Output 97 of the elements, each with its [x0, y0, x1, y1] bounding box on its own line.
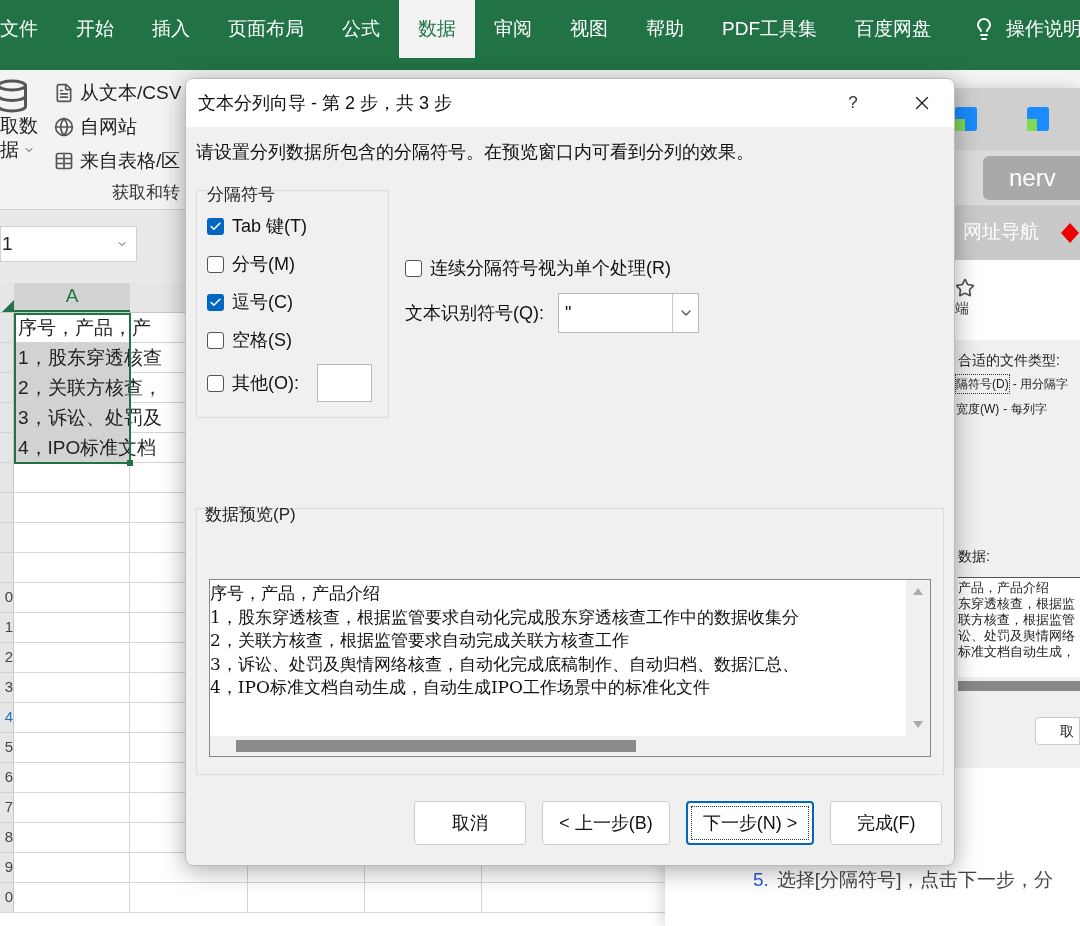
- ribbon-tab[interactable]: 公式: [323, 0, 399, 58]
- dialog-button[interactable]: < 上一步(B): [542, 801, 670, 845]
- checkbox-label[interactable]: 其他(O):: [232, 369, 299, 397]
- preview-line: 联方核查，根据监管: [958, 612, 1076, 628]
- row-header[interactable]: 0: [0, 583, 14, 612]
- checkbox[interactable]: [207, 255, 224, 273]
- preview-line: 1，股东穿透核查，根据监管要求自动化完成股东穿透核查工作中的数据收集分: [210, 605, 800, 629]
- preview-line: 产品，产品介绍: [958, 580, 1050, 596]
- ribbon-command[interactable]: 自网站: [80, 112, 137, 142]
- app-icon[interactable]: [955, 107, 977, 131]
- preview-line: 讼、处罚及舆情网络: [958, 628, 1076, 644]
- document-icon: [54, 83, 74, 103]
- check-icon: [209, 295, 222, 309]
- ribbon-command[interactable]: 从文本/CSV: [80, 78, 182, 108]
- group-legend: 分隔符号: [207, 185, 388, 207]
- row-header[interactable]: 8: [0, 823, 14, 852]
- qualifier-label: 文本识别符号(Q):: [405, 301, 544, 325]
- name-box[interactable]: 1: [0, 226, 137, 262]
- ribbon-tab[interactable]: 数据: [399, 0, 475, 58]
- checkbox-label[interactable]: 逗号(C): [232, 288, 293, 316]
- dialog-button[interactable]: 下一步(N) >: [686, 801, 814, 845]
- row-header[interactable]: [0, 343, 14, 372]
- ribbon-command[interactable]: 来自表格/区: [80, 146, 181, 176]
- row-header[interactable]: [0, 463, 14, 492]
- table-cell-text: 序号，产品，产: [18, 316, 151, 340]
- get-data-button[interactable]: 据: [0, 138, 19, 162]
- scrollbar-thumb[interactable]: [236, 740, 636, 753]
- row-header[interactable]: [0, 373, 14, 402]
- checkbox[interactable]: [207, 293, 224, 311]
- row-header[interactable]: 9: [0, 853, 14, 882]
- row-header[interactable]: [0, 553, 14, 582]
- row-header[interactable]: [0, 523, 14, 552]
- tell-me-search[interactable]: 操作说明: [1006, 14, 1080, 44]
- row-header[interactable]: 1: [0, 613, 14, 642]
- row-header[interactable]: [0, 403, 14, 432]
- preview-line: 序号，产品，产品介绍: [210, 582, 381, 605]
- checkbox-label[interactable]: 连续分隔符号视为单个处理(R): [430, 254, 671, 282]
- ribbon-tab[interactable]: 文件: [0, 0, 57, 58]
- row-header[interactable]: 2: [0, 643, 14, 672]
- check-icon: [209, 219, 222, 233]
- dialog-button[interactable]: 取消: [414, 801, 526, 845]
- ribbon-tab[interactable]: 视图: [551, 0, 627, 58]
- ribbon-tab[interactable]: 开始: [57, 0, 133, 58]
- option-description: - 用分隔字: [1012, 375, 1068, 393]
- checkbox[interactable]: [405, 259, 422, 277]
- dialog-title: 文本分列向导 - 第 2 步，共 3 步: [198, 91, 454, 115]
- preview-line: 标准文档自动生成，: [958, 644, 1076, 660]
- checkbox-label[interactable]: 分号(M): [232, 250, 295, 278]
- checkbox-label[interactable]: 空格(S): [232, 326, 292, 354]
- preview-label: 数据:: [958, 547, 991, 566]
- cancel-button[interactable]: 取: [1035, 717, 1080, 745]
- option-description: - 每列字: [1003, 400, 1047, 418]
- preview-line: 东穿透核查，根据监: [958, 596, 1076, 612]
- group-legend: 数据预览(P): [205, 502, 931, 524]
- other-field[interactable]: [317, 364, 372, 402]
- ribbon-tab[interactable]: 百度网盘: [836, 0, 950, 58]
- row-header[interactable]: [0, 433, 14, 462]
- preview-line: 2，关联方核查，根据监管要求自动完成关联方核查工作: [210, 629, 630, 652]
- instruction-text: 请设置分列数据所包含的分隔符号。在预览窗口内可看到分列的效果。: [196, 141, 755, 164]
- row-header[interactable]: 6: [0, 763, 14, 792]
- row-header[interactable]: [0, 493, 14, 522]
- row-header[interactable]: 3: [0, 673, 14, 702]
- qualifier-select[interactable]: ": [558, 293, 699, 333]
- group-label: 获取和转: [112, 181, 180, 204]
- preview-line: 3，诉讼、处罚及舆情网络核查，自动化完成底稿制作、自动归档、数据汇总、: [210, 652, 800, 676]
- ribbon-tab[interactable]: PDF工具集: [703, 0, 836, 58]
- globe-icon: [54, 117, 74, 137]
- checkbox[interactable]: [207, 217, 224, 235]
- ribbon-tab[interactable]: 审阅: [475, 0, 551, 58]
- ribbon-tab[interactable]: 页面布局: [209, 0, 323, 58]
- column-header[interactable]: A: [14, 283, 130, 312]
- row-header[interactable]: 0: [0, 883, 14, 912]
- option-label[interactable]: 宽度(W): [955, 398, 1001, 419]
- table-icon: [54, 151, 74, 171]
- get-data-button[interactable]: 取数: [0, 114, 38, 138]
- dialog-button[interactable]: 完成(F): [830, 801, 942, 845]
- star-icon[interactable]: [955, 278, 975, 298]
- step-caption: 选择[分隔符号]，点击下一步，分: [776, 868, 1054, 892]
- ribbon-tab[interactable]: 插入: [133, 0, 209, 58]
- scrollbar[interactable]: [958, 681, 1080, 691]
- scroll-down-icon[interactable]: [913, 721, 923, 729]
- page-text: 端: [955, 299, 970, 318]
- row-header[interactable]: 4: [0, 703, 14, 732]
- checkbox-label[interactable]: Tab 键(T): [232, 212, 307, 240]
- scroll-up-icon[interactable]: [913, 588, 923, 595]
- preview-line: 4，IPO标准文档自动生成，自动生成IPO工作场景中的标准化文件: [210, 676, 711, 699]
- row-header[interactable]: 7: [0, 793, 14, 822]
- row-header[interactable]: 5: [0, 733, 14, 762]
- help-button[interactable]: ?: [833, 83, 873, 123]
- checkbox[interactable]: [207, 374, 224, 392]
- diamond-icon: [1061, 222, 1079, 243]
- database-icon[interactable]: [0, 78, 30, 114]
- prompt-text: 合适的文件类型:: [958, 351, 1061, 370]
- checkbox[interactable]: [207, 331, 224, 349]
- ribbon-tab[interactable]: 帮助: [627, 0, 703, 58]
- app-icon[interactable]: [1027, 107, 1049, 131]
- step-number: 5.: [753, 868, 769, 892]
